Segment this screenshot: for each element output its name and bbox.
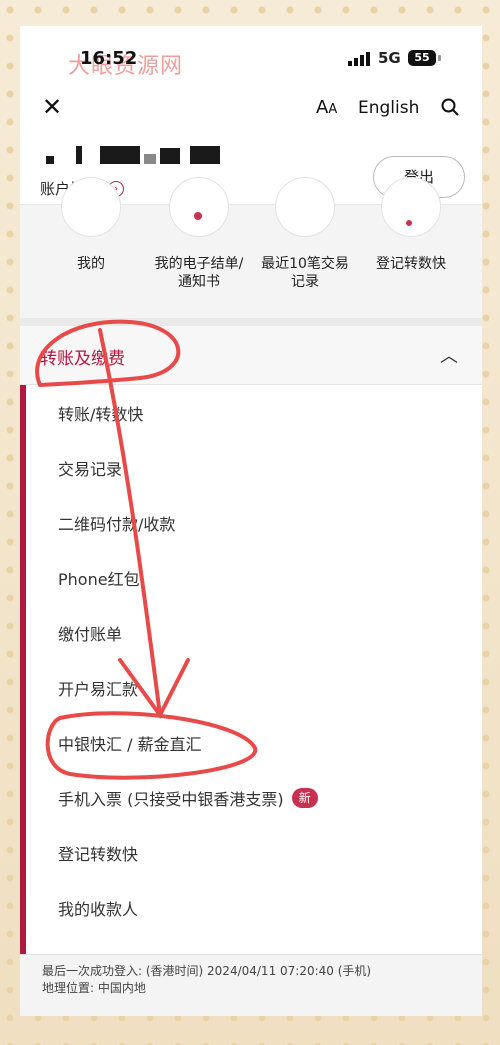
network-type: 5G [378, 49, 401, 67]
quick-action-label: 我的电子结单/通知书 [154, 256, 244, 290]
active-section-bar [20, 385, 26, 955]
language-switch[interactable]: English [358, 98, 419, 118]
search-icon[interactable] [441, 98, 459, 116]
quick-action-fps-register[interactable]: 登记转数快 [356, 177, 466, 273]
menu-item-qr-payment[interactable]: 二维码付款/收款 [58, 511, 175, 535]
transfer-menu: 转账/转数快 交易记录 二维码付款/收款 Phone红包 缴付账单 开户易汇款 … [20, 385, 482, 955]
close-icon[interactable]: ✕ [42, 95, 64, 119]
quick-action-label: 登记转数快 [376, 256, 446, 272]
login-location-text: 地理位置: 中国内地 [42, 981, 146, 995]
quick-action-estatement[interactable]: 我的电子结单/通知书 [144, 177, 254, 291]
menu-item-transfer-fps[interactable]: 转账/转数快 [58, 401, 143, 425]
quick-action-label: 最近10笔交易记录 [261, 256, 349, 290]
menu-item-label: 转账/转数快 [58, 405, 144, 424]
footer-login-info: 最后一次成功登入: (香港时间) 2024/04/11 07:20:40 (手机… [20, 954, 482, 1016]
menu-item-phone-red-packet[interactable]: Phone红包 [58, 566, 140, 590]
menu-item-mobile-cheque-deposit[interactable]: 手机入票 (只接受中银香港支票) 新 [58, 786, 318, 810]
quick-actions: 我的 我的电子结单/通知书 最近10笔交易记录 登记转数快 [20, 177, 482, 323]
divider [20, 318, 482, 326]
quick-action-label: 我的 [77, 256, 105, 272]
signal-icon [348, 52, 370, 66]
section-title: 转账及缴费 [40, 349, 125, 369]
menu-item-boc-express-remittance[interactable]: 中银快汇 / 薪金直汇 [58, 731, 202, 755]
fps-icon [381, 177, 441, 237]
quick-action-mine[interactable]: 我的 [36, 177, 146, 273]
menu-item-label: 中银快汇 / 薪金直汇 [58, 735, 202, 754]
menu-item-label: 我的收款人 [58, 900, 139, 919]
menu-item-label: Phone红包 [58, 570, 140, 589]
list-icon [275, 177, 335, 237]
phone-screen: 大眼资源网 16:52 5G 55 ✕ AA English 账户概览 › 登出… [20, 26, 482, 1016]
last-login-text: 最后一次成功登入: (香港时间) 2024/04/11 07:20:40 (手机… [42, 964, 372, 978]
section-header-transfer[interactable]: 转账及缴费 ︿ [20, 326, 482, 385]
quick-action-recent-transactions[interactable]: 最近10笔交易记录 [252, 177, 358, 291]
chevron-up-icon: ︿ [440, 346, 458, 367]
menu-item-label: 手机入票 (只接受中银香港支票) [58, 790, 284, 809]
menu-item-pay-bills[interactable]: 缴付账单 [58, 621, 122, 645]
status-bar: 大眼资源网 16:52 5G 55 [20, 26, 482, 90]
menu-item-label: 交易记录 [58, 460, 123, 479]
menu-item-transaction-records[interactable]: 交易记录 [58, 456, 122, 480]
masked-user-name [46, 146, 220, 164]
new-badge: 新 [291, 788, 318, 808]
document-icon [169, 177, 229, 237]
menu-item-label: 二维码付款/收款 [58, 515, 176, 534]
menu-item-label: 缴付账单 [58, 625, 123, 644]
menu-item-fps-register[interactable]: 登记转数快 [58, 841, 138, 865]
menu-item-account-opening-remittance[interactable]: 开户易汇款 [58, 676, 138, 700]
clock: 16:52 [80, 48, 138, 69]
smile-icon [61, 177, 121, 237]
menu-item-my-payees[interactable]: 我的收款人 [58, 896, 138, 920]
battery-icon: 55 [408, 50, 441, 66]
menu-item-label: 登记转数快 [58, 845, 139, 864]
menu-item-label: 开户易汇款 [58, 680, 139, 699]
font-size-button[interactable]: AA [316, 97, 337, 118]
